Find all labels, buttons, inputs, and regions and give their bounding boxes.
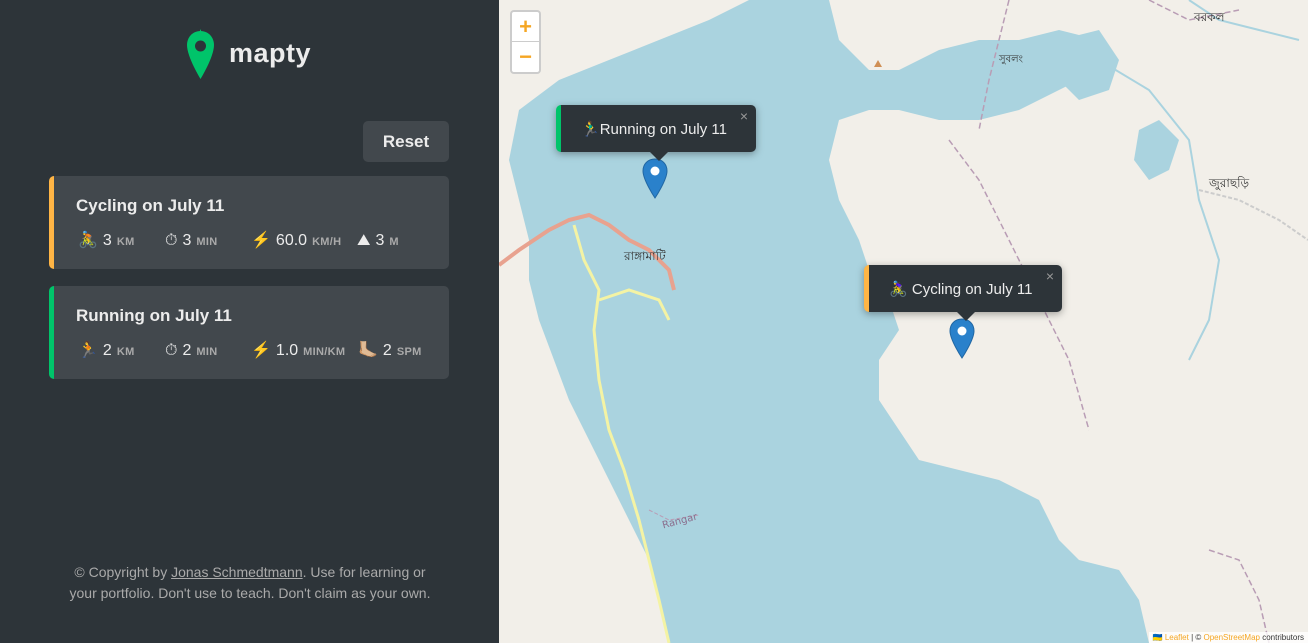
workout-pace: ⚡️ 1.0 min/km bbox=[251, 342, 345, 360]
duration-value: 2 bbox=[182, 342, 192, 359]
pace-unit: min/km bbox=[303, 346, 346, 358]
app-name: mapty bbox=[229, 37, 312, 68]
cadence-value: 2 bbox=[382, 342, 392, 359]
map-label-barkal: বরকল bbox=[1194, 10, 1225, 24]
workout-details: 🏃 2 km ⏱ 2 min ⚡️ 1.0 min/km 🦶🏼 2 spm bbox=[78, 342, 439, 362]
workout-details: 🚴 3 km ⏱ 3 min ⚡️ 60.0 km/h ⛰ 3 m bbox=[78, 232, 439, 252]
stopwatch-icon: ⏱ bbox=[165, 232, 178, 249]
distance-unit: km bbox=[116, 346, 135, 358]
popup-text: 🚴‍♀️ Cycling on July 11 bbox=[869, 280, 1032, 298]
popup-label: Running on July 11 bbox=[599, 120, 727, 138]
ukraine-flag-icon: 🇺🇦 bbox=[1152, 633, 1163, 642]
lightning-icon: ⚡️ bbox=[251, 232, 271, 249]
popup-label: Cycling on July 11 bbox=[911, 280, 1033, 298]
zoom-out-button[interactable]: − bbox=[512, 42, 539, 72]
workout-speed: ⚡️ 60.0 km/h bbox=[251, 232, 341, 250]
workout-duration: ⏱ 3 min bbox=[165, 232, 217, 250]
workout-distance: 🏃 2 km bbox=[78, 342, 135, 360]
foot-icon: 🦶🏼 bbox=[358, 342, 378, 359]
leaflet-link[interactable]: Leaflet bbox=[1165, 633, 1189, 642]
popup-cycling: 🚴‍♀️ Cycling on July 11 × bbox=[864, 265, 1062, 321]
elevation-unit: m bbox=[389, 236, 399, 248]
stopwatch-icon: ⏱ bbox=[165, 342, 178, 359]
workout-duration: ⏱ 2 min bbox=[165, 342, 217, 360]
distance-value: 3 bbox=[102, 232, 112, 249]
zoom-control: + − bbox=[510, 10, 541, 74]
running-icon: 🏃 bbox=[78, 342, 98, 359]
distance-unit: km bbox=[116, 236, 135, 248]
close-icon[interactable]: × bbox=[740, 108, 748, 124]
mountain-icon: ⛰ bbox=[357, 232, 371, 249]
elevation-value: 3 bbox=[375, 232, 385, 249]
popup-running: 🏃‍♂️Running on July 11 × bbox=[556, 105, 756, 161]
osm-link[interactable]: OpenStreetMap bbox=[1203, 633, 1259, 642]
map-label-rangamati: রাঙ্গামাটি bbox=[624, 249, 666, 263]
close-icon[interactable]: × bbox=[1046, 268, 1054, 284]
popup-tip bbox=[648, 151, 669, 161]
attribution-suffix: contributors bbox=[1259, 633, 1304, 642]
logo[interactable]: mapty bbox=[185, 29, 311, 81]
workout-elevation: ⛰ 3 m bbox=[357, 232, 399, 250]
sidebar: mapty Reset Cycling on July 11 🚴 3 km ⏱ … bbox=[0, 0, 499, 643]
workout-cycling[interactable]: Cycling on July 11 🚴 3 km ⏱ 3 min ⚡️ 60.… bbox=[49, 176, 449, 269]
duration-unit: min bbox=[196, 346, 218, 358]
running-icon: 🏃‍♂️ bbox=[581, 120, 600, 138]
map-label-subalong: সুবলং bbox=[999, 54, 1023, 65]
copyright: © Copyright by Jonas Schmedtmann. Use fo… bbox=[60, 562, 440, 604]
distance-value: 2 bbox=[102, 342, 112, 359]
popup-text: 🏃‍♂️Running on July 11 bbox=[561, 120, 727, 138]
author-link[interactable]: Jonas Schmedtmann bbox=[171, 564, 303, 580]
copyright-prefix: © Copyright by bbox=[74, 564, 172, 580]
workout-cadence: 🦶🏼 2 spm bbox=[358, 342, 422, 360]
duration-unit: min bbox=[196, 236, 218, 248]
workout-distance: 🚴 3 km bbox=[78, 232, 135, 250]
speed-value: 60.0 bbox=[275, 232, 308, 249]
workout-running[interactable]: Running on July 11 🏃 2 km ⏱ 2 min ⚡️ 1.0… bbox=[49, 286, 449, 379]
map-attribution: 🇺🇦 Leaflet | © OpenStreetMap contributor… bbox=[1148, 632, 1308, 643]
duration-value: 3 bbox=[182, 232, 192, 249]
popup-tip bbox=[955, 311, 976, 321]
attribution-separator: | © bbox=[1188, 633, 1204, 642]
cycling-icon: 🚴 bbox=[78, 232, 98, 249]
workout-title: Running on July 11 bbox=[76, 306, 232, 325]
lightning-icon: ⚡️ bbox=[251, 342, 271, 359]
map-marker-cycling[interactable] bbox=[949, 318, 975, 359]
map-marker-running[interactable] bbox=[642, 158, 668, 199]
map-label-jurachhari: জুরাছড়ি bbox=[1209, 176, 1250, 190]
reset-button[interactable]: Reset bbox=[363, 121, 449, 162]
workout-title: Cycling on July 11 bbox=[76, 196, 225, 215]
pace-value: 1.0 bbox=[275, 342, 299, 359]
map[interactable]: বরকল সুবলং জুরাছড়ি রাঙ্গামাটি Rangar + … bbox=[499, 0, 1308, 643]
map-pin-icon bbox=[187, 29, 214, 79]
cycling-icon: 🚴‍♀️ bbox=[889, 280, 908, 298]
speed-unit: km/h bbox=[312, 236, 342, 248]
map-tiles[interactable] bbox=[499, 0, 1308, 643]
zoom-in-button[interactable]: + bbox=[512, 12, 539, 42]
cadence-unit: spm bbox=[396, 346, 422, 358]
